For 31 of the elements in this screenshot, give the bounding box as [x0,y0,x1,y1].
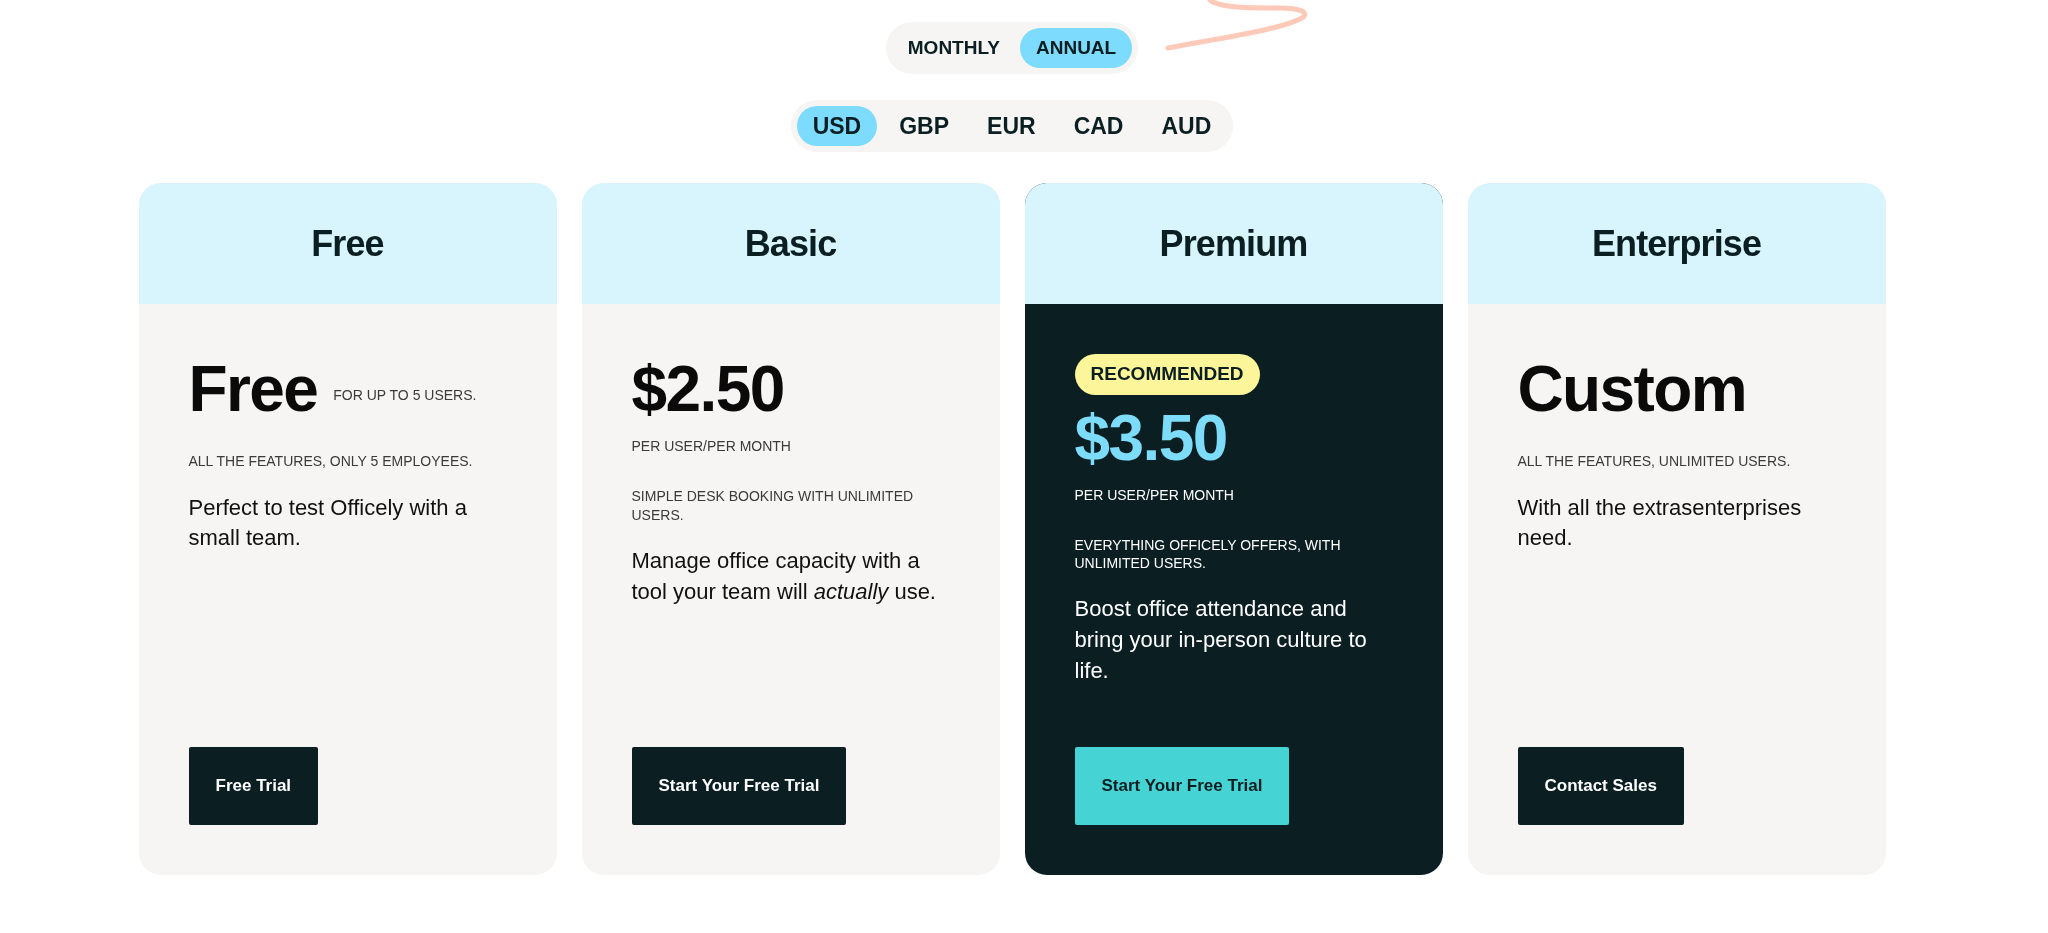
plan-price: Free [188,354,318,425]
plan-description: With all the extrasenterprises need. [1517,493,1803,553]
plan-price: $2.50 [631,354,784,425]
plan-name: Enterprise [1591,221,1762,266]
plan-name: Free [311,221,384,266]
plan-name: Basic [744,221,837,266]
billing-option[interactable]: ANNUAL [1020,28,1133,68]
price-note: PER USER/PER MONTH [1074,485,1235,505]
plan-cta-button[interactable]: Contact Sales [1517,747,1684,825]
currency-option[interactable]: GBP [883,106,966,146]
recommended-badge: RECOMMENDED [1074,354,1260,395]
currency-option[interactable]: EUR [971,106,1052,146]
plan-cta-button[interactable]: Free Trial [188,747,319,825]
currency-option[interactable]: CAD [1057,106,1140,146]
price-note: FOR UP TO 5 USERS. [333,386,477,406]
currency-option[interactable]: USD [796,106,878,146]
billing-option[interactable]: MONTHLY [891,28,1016,68]
plan-tagline: SIMPLE DESK BOOKING WITH UNLIMITED USERS. [631,487,915,524]
plan-description: Manage office capacity with a tool your team will actually use. [631,546,937,606]
plan-cta-button[interactable]: Start Your Free Trial [1074,747,1290,825]
plan-price: $3.50 [1074,402,1227,473]
plan-tagline: EVERYTHING OFFICELY OFFERS, WITH UNLIMITED USERS. [1074,535,1342,573]
plan-price: Custom [1517,354,1747,425]
plan-description: Boost office attendance and bring your in-person culture to life. [1074,595,1368,685]
plan-cta-button[interactable]: Start Your Free Trial [631,747,847,825]
currency-option[interactable]: AUD [1145,106,1228,146]
plan-tagline: ALL THE FEATURES, UNLIMITED USERS. [1517,452,1792,471]
plan-description: Perfect to test Officely with a small team. [188,493,468,553]
plan-name: Premium [1159,221,1308,266]
plan-tagline: ALL THE FEATURES, ONLY 5 EMPLOYEES. [188,452,474,471]
price-note: PER USER/PER MONTH [631,437,792,457]
